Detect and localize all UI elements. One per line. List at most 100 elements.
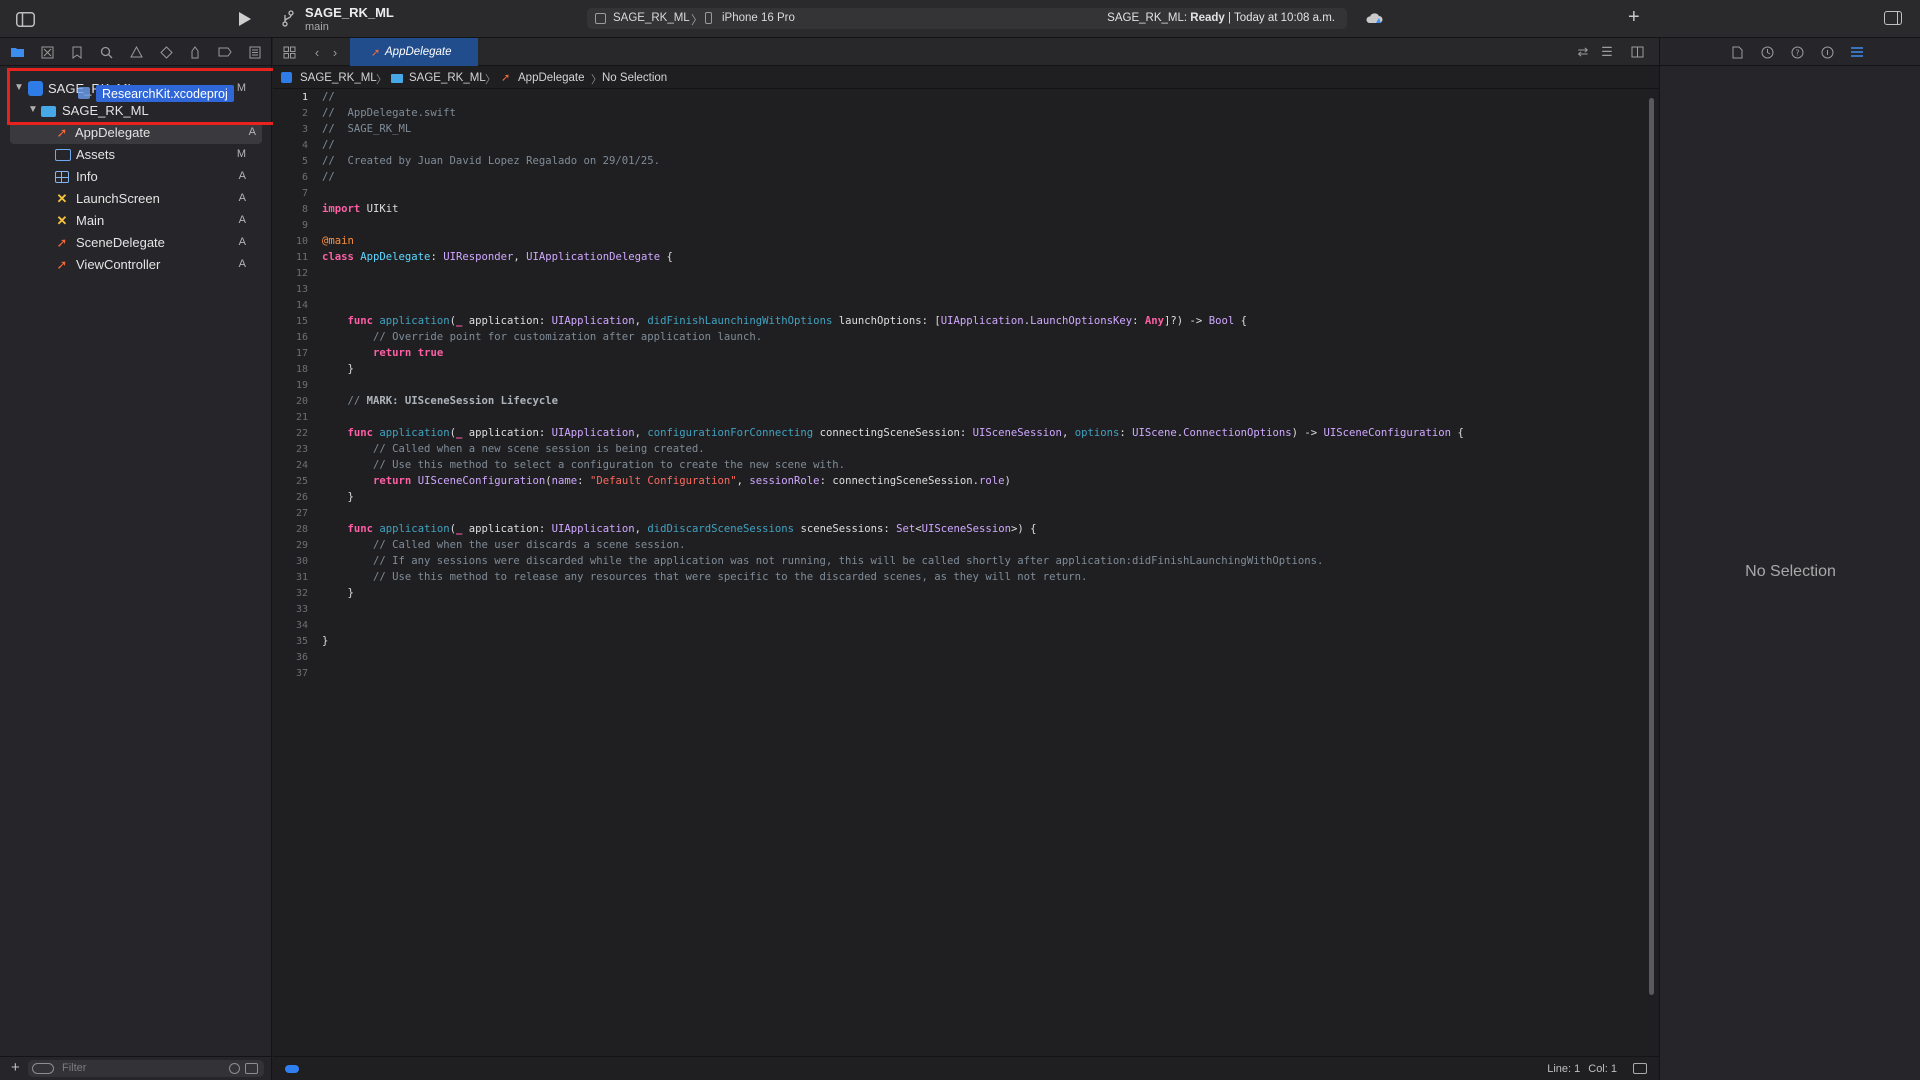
line-number: 23 bbox=[295, 444, 308, 455]
jump-bar-separator: 〉 bbox=[485, 74, 496, 86]
add-file-button[interactable]: + bbox=[11, 1059, 20, 1076]
line-number: 11 bbox=[295, 252, 308, 263]
code-line: 36 bbox=[273, 650, 1643, 666]
code-line: 25 return UISceneConfiguration(name: "De… bbox=[273, 474, 1643, 490]
scheme-separator: 〉 bbox=[691, 13, 704, 27]
jump-bar-group[interactable]: SAGE_RK_ML bbox=[409, 72, 486, 84]
code-line: 19 bbox=[273, 378, 1643, 394]
attributes-inspector-icon[interactable] bbox=[1849, 44, 1865, 60]
swap-icon[interactable]: ⇄ bbox=[1575, 44, 1591, 60]
code-line: 10 @main bbox=[273, 234, 1643, 250]
tree-item-scenedelegate[interactable]: ➚ SceneDelegate A bbox=[0, 232, 262, 254]
editor-scrollbar[interactable] bbox=[1649, 98, 1654, 995]
scm-filter-icon[interactable] bbox=[245, 1063, 258, 1074]
tree-item-assets[interactable]: Assets M bbox=[0, 144, 262, 166]
inspector-panel: ? No Selection bbox=[1659, 38, 1920, 1080]
code-line: 24 // Use this method to select a config… bbox=[273, 458, 1643, 474]
tree-item-info[interactable]: Info A bbox=[0, 166, 262, 188]
tree-item-label: ViewController bbox=[76, 257, 161, 272]
project-title[interactable]: SAGE_RK_ML bbox=[305, 5, 394, 20]
inspector-toggle-icon[interactable] bbox=[1884, 11, 1902, 25]
code-line: 18 } bbox=[273, 362, 1643, 378]
breakpoint-icon[interactable] bbox=[216, 43, 234, 61]
tree-item-appdelegate[interactable]: ➚ AppDelegate A bbox=[10, 122, 262, 144]
report-icon[interactable] bbox=[246, 43, 264, 61]
recent-files-icon[interactable] bbox=[229, 1063, 240, 1074]
device-selector[interactable]: iPhone 16 Pro bbox=[722, 12, 795, 24]
asset-catalog-icon bbox=[55, 149, 71, 161]
folder-icon[interactable] bbox=[8, 43, 26, 61]
tree-item-label: SceneDelegate bbox=[76, 235, 165, 250]
folder-icon bbox=[391, 74, 403, 83]
cloud-icon[interactable] bbox=[1365, 11, 1383, 23]
history-inspector-icon[interactable] bbox=[1759, 44, 1775, 60]
add-icon[interactable]: + bbox=[1628, 6, 1640, 29]
search-icon[interactable] bbox=[97, 43, 115, 61]
line-number: 35 bbox=[295, 636, 308, 647]
tab-appdelegate[interactable]: ➚ AppDelegate bbox=[350, 38, 478, 66]
jump-bar-project[interactable]: SAGE_RK_ML bbox=[300, 72, 377, 84]
source-control-icon[interactable] bbox=[38, 43, 56, 61]
storyboard-icon: ✕ bbox=[56, 213, 68, 228]
help-inspector-icon[interactable]: ? bbox=[1789, 44, 1805, 60]
forward-chevron-icon[interactable]: › bbox=[327, 44, 343, 60]
code-line: 9 bbox=[273, 218, 1643, 234]
code-line: 11 class AppDelegate: UIResponder, UIAppl… bbox=[273, 250, 1643, 266]
line-number: 3 bbox=[301, 124, 308, 135]
code-line: 7 bbox=[273, 186, 1643, 202]
code-line: 37 bbox=[273, 666, 1643, 682]
line-number: 31 bbox=[295, 572, 308, 583]
filter-placeholder: Filter bbox=[62, 1062, 87, 1074]
bookmark-icon[interactable] bbox=[68, 43, 86, 61]
inspector-tab-bar: ? bbox=[1660, 38, 1920, 66]
branch-icon bbox=[282, 9, 296, 27]
line-number: 21 bbox=[295, 412, 308, 423]
editor-options-icon[interactable]: ☰ bbox=[1599, 44, 1615, 60]
filter-input[interactable]: Filter bbox=[28, 1060, 264, 1077]
identity-inspector-icon[interactable] bbox=[1819, 44, 1835, 60]
app-icon bbox=[595, 13, 606, 24]
jump-bar-symbol[interactable]: No Selection bbox=[602, 72, 667, 84]
grid-icon[interactable] bbox=[281, 44, 297, 60]
code-line: 27 bbox=[273, 506, 1643, 522]
scm-status-badge: M bbox=[236, 148, 246, 160]
code-line: 28 func application(_ application: UIApp… bbox=[273, 522, 1643, 538]
tree-item-launchscreen[interactable]: ✕ LaunchScreen A bbox=[0, 188, 262, 210]
annotation-highlight-box bbox=[7, 68, 287, 125]
line-number: 26 bbox=[295, 492, 308, 503]
run-button[interactable] bbox=[234, 8, 256, 30]
line-number: 27 bbox=[295, 508, 308, 519]
debug-icon[interactable] bbox=[186, 43, 204, 61]
tree-item-main[interactable]: ✕ Main A bbox=[0, 210, 262, 232]
sidebar-toggle-icon[interactable] bbox=[14, 8, 36, 30]
tree-item-viewcontroller[interactable]: ➚ ViewController A bbox=[0, 254, 262, 276]
branch-name[interactable]: main bbox=[305, 21, 329, 33]
back-chevron-icon[interactable]: ‹ bbox=[309, 44, 325, 60]
file-inspector-icon[interactable] bbox=[1729, 44, 1745, 60]
line-number: 17 bbox=[295, 348, 308, 359]
tab-label: AppDelegate bbox=[385, 46, 452, 58]
diamond-icon[interactable] bbox=[157, 43, 175, 61]
warning-icon[interactable] bbox=[127, 43, 145, 61]
panel-toggle-icon[interactable] bbox=[1633, 1063, 1647, 1074]
scheme-selector[interactable]: SAGE_RK_ML bbox=[613, 12, 690, 24]
iphone-icon bbox=[705, 12, 712, 24]
line-number: 28 bbox=[295, 524, 308, 535]
tree-item-label: Assets bbox=[76, 147, 116, 162]
code-text-area[interactable]: 1// 2// AppDelegate.swift 3// SAGE_RK_ML… bbox=[273, 90, 1643, 1050]
debug-area-toggle-icon[interactable] bbox=[285, 1065, 299, 1073]
line-number: 22 bbox=[295, 428, 308, 439]
line-number: 5 bbox=[301, 156, 308, 167]
split-editor-icon[interactable] bbox=[1629, 44, 1645, 60]
window-toolbar: SAGE_RK_ML main SAGE_RK_ML 〉 iPhone 16 P… bbox=[0, 0, 1920, 38]
line-number: 10 bbox=[295, 236, 308, 247]
navigator-tab-bar bbox=[0, 38, 272, 66]
line-number: 8 bbox=[301, 204, 308, 215]
cursor-position: Line: 1 Col: 1 bbox=[1539, 1063, 1617, 1075]
jump-bar-file[interactable]: AppDelegate bbox=[518, 72, 585, 84]
scm-status-badge: A bbox=[238, 214, 246, 226]
line-number: 25 bbox=[295, 476, 308, 487]
line-number: 34 bbox=[295, 620, 308, 631]
code-line: 32 } bbox=[273, 586, 1643, 602]
code-line: 1// bbox=[273, 90, 1643, 106]
